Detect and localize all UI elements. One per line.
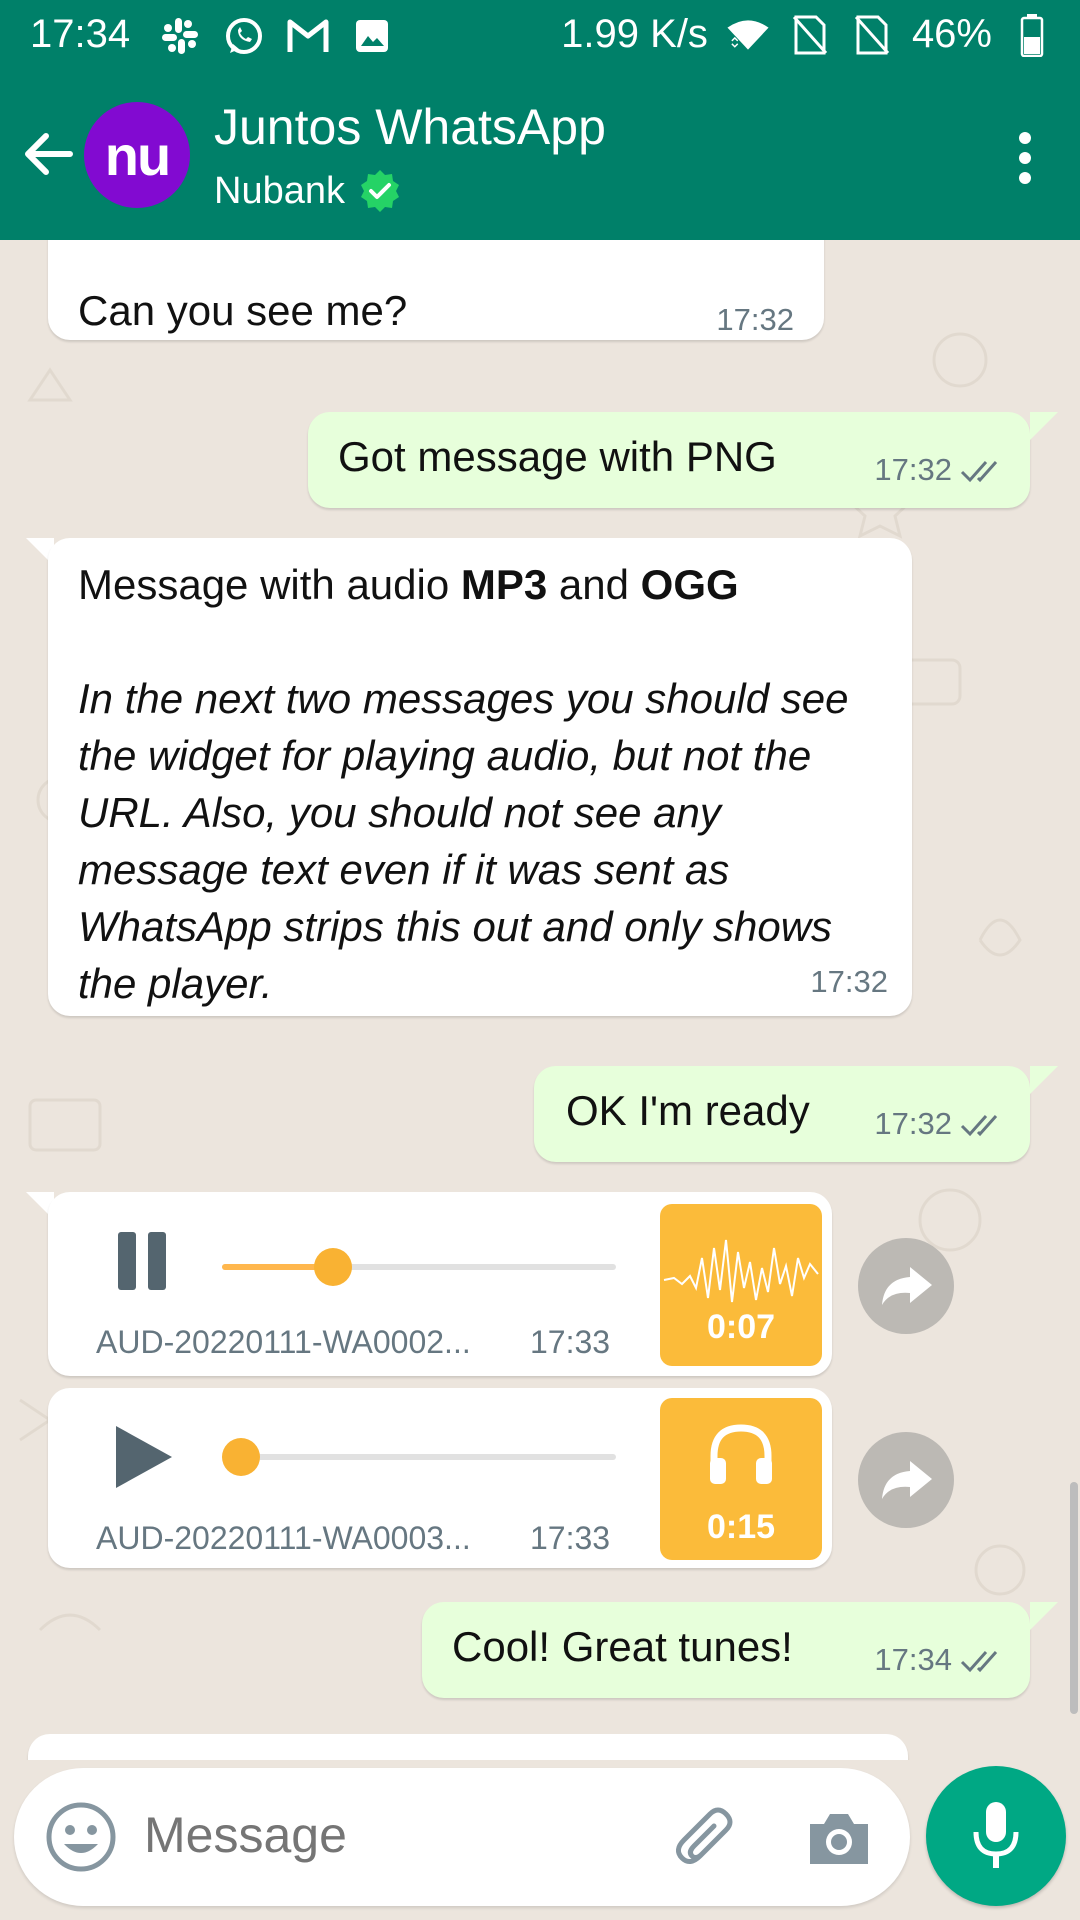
message-time: 17:32 xyxy=(874,1106,952,1141)
whatsapp-icon xyxy=(222,14,266,58)
battery-icon xyxy=(1010,13,1054,57)
emoji-icon[interactable] xyxy=(44,1800,118,1874)
message-incoming-partial[interactable] xyxy=(28,1734,908,1760)
text-bold: OGG xyxy=(640,561,739,608)
seek-knob[interactable] xyxy=(314,1248,352,1286)
slack-icon xyxy=(158,14,202,58)
bubble-tail xyxy=(1030,1066,1058,1094)
audio-progress[interactable] xyxy=(222,1438,616,1476)
microphone-icon xyxy=(973,1802,1019,1868)
message-outgoing[interactable]: Got message with PNG 17:32 xyxy=(308,412,1030,508)
message-text: Can you see me? xyxy=(78,287,408,334)
message-text: OK I'm ready xyxy=(566,1087,810,1134)
back-arrow-icon[interactable] xyxy=(18,124,78,184)
verified-badge-icon xyxy=(357,168,403,214)
message-time: 17:32 xyxy=(716,302,794,337)
notification-icons xyxy=(158,14,394,58)
status-right: 1.99 K/s 46% xyxy=(561,12,1054,57)
message-time: 17:34 xyxy=(874,1642,952,1677)
status-time: 17:34 xyxy=(30,12,131,56)
text-bold: MP3 xyxy=(460,561,548,608)
message-italic-body: In the next two messages you should see … xyxy=(78,675,849,1007)
chat-scrollbar[interactable] xyxy=(1070,1482,1078,1714)
network-speed: 1.99 K/s xyxy=(561,12,708,56)
status-bar: 17:34 1.99 K/s 46% xyxy=(0,0,1080,76)
message-time: 17:33 xyxy=(530,1520,611,1556)
waveform-icon xyxy=(663,1239,819,1303)
message-meta: 17:32 xyxy=(874,452,1008,488)
read-ticks-icon xyxy=(960,1115,998,1137)
audio-thumbnail: 0:07 xyxy=(660,1204,822,1366)
no-sim-icon xyxy=(788,13,832,57)
seek-knob[interactable] xyxy=(222,1438,260,1476)
forward-button[interactable] xyxy=(858,1432,954,1528)
read-ticks-icon xyxy=(960,461,998,483)
chat-header: nu Juntos WhatsApp Nubank xyxy=(0,76,1080,240)
audio-duration: 0:07 xyxy=(706,1308,776,1346)
message-input[interactable] xyxy=(144,1806,644,1864)
chat-area[interactable]: Can you see me? 17:32 Got message with P… xyxy=(0,240,1080,1760)
message-meta: 17:34 xyxy=(874,1642,1008,1678)
read-ticks-icon xyxy=(960,1651,998,1673)
message-composer[interactable] xyxy=(14,1768,910,1906)
text-segment: Message with audio xyxy=(78,561,461,608)
forward-button[interactable] xyxy=(858,1238,954,1334)
message-outgoing[interactable]: Cool! Great tunes! 17:34 xyxy=(422,1602,1030,1698)
contact-name[interactable]: Juntos WhatsApp xyxy=(214,98,606,156)
battery-percent: 46% xyxy=(911,12,992,56)
forward-icon xyxy=(882,1267,932,1305)
message-heading: Message with audio MP3 and OGG xyxy=(78,556,739,613)
business-name: Nubank xyxy=(214,169,345,212)
audio-progress[interactable] xyxy=(222,1248,616,1286)
headphones-icon xyxy=(710,1424,772,1484)
audio-message[interactable]: AUD-20220111-WA0003... 17:33 0:15 xyxy=(48,1388,832,1568)
message-text: Got message with PNG xyxy=(338,433,777,480)
avatar[interactable]: nu xyxy=(84,102,190,208)
message-incoming[interactable]: Message with audio MP3 and OGG In the ne… xyxy=(48,538,912,1016)
message-time: 17:33 xyxy=(530,1324,611,1360)
no-sim-icon xyxy=(850,13,894,57)
message-incoming[interactable]: Can you see me? 17:32 xyxy=(48,240,824,340)
audio-filename: AUD-20220111-WA0003... xyxy=(96,1520,471,1556)
audio-filename: AUD-20220111-WA0002... xyxy=(96,1324,471,1360)
forward-icon xyxy=(882,1461,932,1499)
contact-subtitle[interactable]: Nubank xyxy=(214,168,403,214)
gmail-icon xyxy=(286,14,330,58)
message-text: Cool! Great tunes! xyxy=(452,1623,793,1670)
camera-icon[interactable] xyxy=(804,1804,874,1874)
message-time: 17:32 xyxy=(810,964,888,999)
attach-icon[interactable] xyxy=(670,1804,740,1874)
message-time: 17:32 xyxy=(874,452,952,487)
bubble-tail xyxy=(1030,412,1058,440)
wifi-icon xyxy=(726,13,770,57)
play-icon[interactable] xyxy=(108,1422,178,1492)
image-icon xyxy=(350,14,394,58)
message-meta: 17:32 xyxy=(874,1106,1008,1142)
audio-message[interactable]: AUD-20220111-WA0002... 17:33 0:07 xyxy=(48,1192,832,1376)
more-options-icon[interactable] xyxy=(1010,128,1040,188)
message-outgoing[interactable]: OK I'm ready 17:32 xyxy=(534,1066,1030,1162)
text-segment: and xyxy=(547,561,641,608)
audio-thumbnail: 0:15 xyxy=(660,1398,822,1560)
bubble-tail xyxy=(1030,1602,1058,1630)
voice-record-button[interactable] xyxy=(926,1766,1066,1906)
pause-icon[interactable] xyxy=(112,1226,182,1296)
audio-duration: 0:15 xyxy=(706,1508,776,1546)
